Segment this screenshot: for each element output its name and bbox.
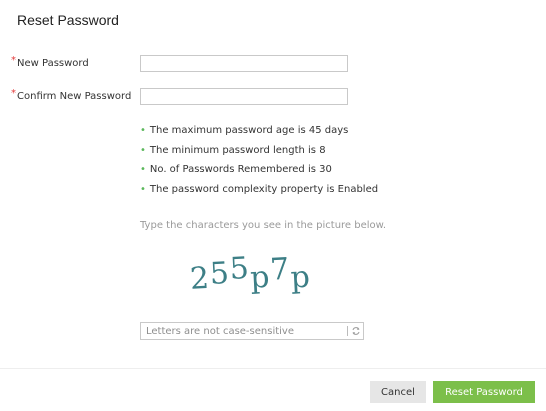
new-password-row: * New Password: [0, 55, 546, 75]
captcha-character: p: [290, 260, 312, 296]
captcha-character: 5: [229, 251, 251, 287]
password-rule: • The password complexity property is Ena…: [140, 183, 379, 195]
password-rule: • The minimum password length is 8: [140, 144, 326, 156]
confirm-password-label: Confirm New Password: [17, 91, 132, 102]
captcha-character: p: [249, 260, 271, 296]
cancel-button[interactable]: Cancel: [370, 381, 426, 403]
confirm-password-input[interactable]: [140, 88, 348, 105]
required-marker: *: [11, 55, 16, 66]
captcha-instruction: Type the characters you see in the pictu…: [140, 220, 387, 231]
footer-divider: [0, 368, 546, 369]
confirm-password-row: * Confirm New Password: [0, 88, 546, 108]
new-password-label: New Password: [17, 58, 89, 69]
new-password-input[interactable]: [140, 55, 348, 72]
bullet-icon: •: [140, 164, 146, 175]
captcha-input[interactable]: [141, 323, 341, 339]
svg-text:255p7p: 255p7p: [189, 248, 312, 298]
captcha-character: 5: [209, 256, 231, 292]
bullet-icon: •: [140, 144, 146, 156]
password-rules-list: • The maximum password age is 45 days • Th…: [140, 124, 378, 202]
bullet-icon: •: [140, 183, 146, 195]
required-marker: *: [11, 88, 16, 99]
password-rule: • No. of Passwords Remembered is 30: [140, 164, 332, 175]
captcha-field: [140, 322, 364, 340]
bullet-icon: •: [140, 125, 146, 136]
password-rule: • The maximum password age is 45 days: [140, 125, 349, 136]
captcha-character: 2: [189, 261, 211, 297]
captcha-image: 255p7p: [189, 248, 312, 298]
reset-password-button[interactable]: Reset Password: [433, 381, 535, 403]
captcha-character: 7: [269, 252, 291, 288]
refresh-icon[interactable]: [350, 325, 362, 337]
dialog-title: Reset Password: [17, 12, 119, 28]
divider: [347, 326, 348, 336]
